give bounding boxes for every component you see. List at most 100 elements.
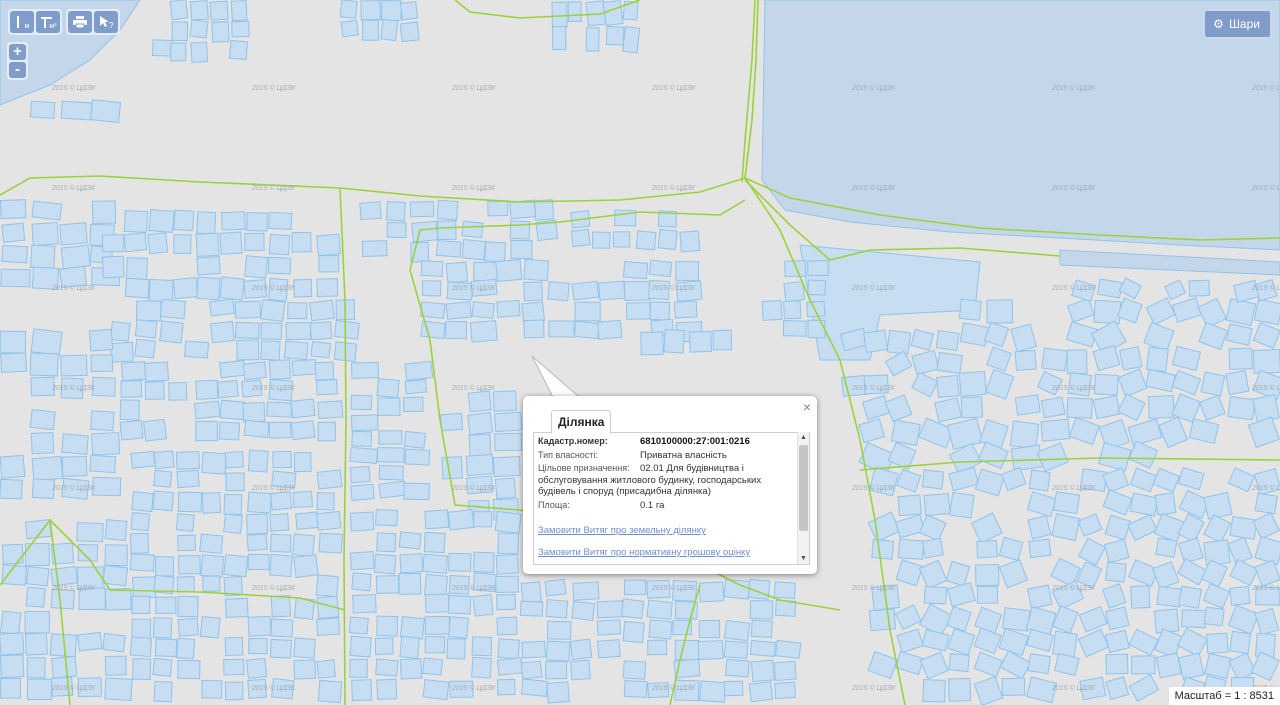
parcel xyxy=(1129,492,1159,517)
parcel xyxy=(172,276,199,300)
parcel xyxy=(375,509,398,527)
parcel xyxy=(216,379,239,399)
parcel xyxy=(1253,298,1280,326)
map-layer[interactable]: 2015 © ЦДЗК 2015 © ЦДЗК 2015 © ЦДЗК 2015 © … xyxy=(0,0,1280,705)
watermark-text: 2015 © ЦДЗК xyxy=(51,484,96,492)
parcel xyxy=(1143,321,1175,352)
parcel xyxy=(29,100,56,120)
parcel xyxy=(349,446,379,464)
parcel xyxy=(919,651,949,680)
parcel xyxy=(979,418,1009,450)
parcel xyxy=(351,572,372,592)
parcel xyxy=(131,491,154,513)
parcel xyxy=(231,20,250,38)
parcel xyxy=(398,531,422,550)
tab-parcel[interactable]: Ділянка xyxy=(551,410,612,434)
parcel xyxy=(399,553,424,574)
parcel xyxy=(1077,628,1110,658)
parcel xyxy=(774,639,802,659)
popup-scrollbar[interactable]: ▲ ▼ xyxy=(797,432,809,564)
measure-area-button[interactable]: м² xyxy=(36,11,60,33)
parcel xyxy=(178,555,201,575)
parcel xyxy=(290,398,316,419)
parcel xyxy=(1,222,26,243)
parcel xyxy=(625,302,651,320)
parcel xyxy=(547,281,570,302)
parcel xyxy=(201,491,222,514)
parcel xyxy=(911,349,940,376)
scroll-up-icon[interactable]: ▲ xyxy=(798,432,809,443)
parcel xyxy=(349,465,371,484)
parcel xyxy=(675,260,700,282)
parcel xyxy=(360,0,381,21)
parcel xyxy=(496,657,524,676)
parcel xyxy=(806,300,826,318)
order-land-extract-link[interactable]: Замовити Витяг про земельну ділянку xyxy=(538,525,793,536)
parcel xyxy=(260,299,286,322)
svg-text:?: ? xyxy=(109,21,114,29)
parcel xyxy=(31,200,63,221)
zoom-out-button[interactable]: - xyxy=(9,62,26,78)
parcel xyxy=(219,231,243,255)
parcel xyxy=(199,533,224,554)
parcel xyxy=(109,320,131,342)
parcel xyxy=(871,538,895,560)
parcel xyxy=(436,199,459,221)
parcel xyxy=(1129,467,1158,493)
order-valuation-extract-link[interactable]: Замовити Витяг про нормативну грошову оц… xyxy=(538,547,793,558)
scroll-down-icon[interactable]: ▼ xyxy=(798,553,809,564)
parcel xyxy=(1228,347,1253,370)
parcel xyxy=(985,368,1015,400)
parcel xyxy=(688,330,713,353)
parcel xyxy=(959,322,990,347)
parcel xyxy=(1154,492,1177,516)
scroll-thumb[interactable] xyxy=(799,445,808,531)
parcel xyxy=(647,639,668,656)
parcel xyxy=(1128,628,1159,656)
cadastral-map[interactable]: 2015 © ЦДЗК 2015 © ЦДЗК 2015 © ЦДЗК 2015 © … xyxy=(0,0,1280,705)
parcel xyxy=(293,452,312,473)
parcel xyxy=(267,256,292,275)
parcel xyxy=(246,533,268,552)
parcel xyxy=(339,0,358,19)
parcel xyxy=(246,513,269,535)
parcel xyxy=(1103,538,1130,564)
zoom-in-button[interactable]: + xyxy=(9,44,26,60)
parcel xyxy=(0,478,23,500)
parcel xyxy=(131,618,152,640)
identify-button[interactable]: ? xyxy=(94,11,118,33)
parcel xyxy=(246,212,268,232)
parcel xyxy=(1201,559,1229,588)
parcel xyxy=(170,42,187,62)
parcel xyxy=(104,544,128,567)
parcel xyxy=(134,338,156,359)
print-button[interactable] xyxy=(68,11,92,33)
parcel xyxy=(784,260,806,278)
parcel xyxy=(1117,393,1146,422)
boundary-line xyxy=(339,187,347,705)
parcel xyxy=(509,199,537,220)
parcel xyxy=(125,257,149,282)
parcel xyxy=(420,320,446,340)
parcel xyxy=(918,417,955,449)
parcel xyxy=(316,510,342,531)
parcel xyxy=(104,587,132,611)
parcel xyxy=(571,600,596,622)
area-value: 0.1 га xyxy=(640,499,665,511)
parcel xyxy=(712,329,733,351)
parcel xyxy=(446,638,466,660)
layers-button[interactable]: ⚙ Шари xyxy=(1203,9,1272,39)
ownership-row: Тип власності: Приватна власність xyxy=(538,450,793,462)
measure-length-button[interactable]: м xyxy=(10,11,34,33)
parcel xyxy=(234,321,260,340)
parcel xyxy=(472,594,494,617)
parcel xyxy=(148,208,175,233)
parcel xyxy=(649,301,671,321)
parcel xyxy=(175,513,195,532)
parcel xyxy=(285,322,312,340)
parcel xyxy=(970,512,1003,544)
parcel xyxy=(1102,583,1127,609)
parcel xyxy=(218,421,241,441)
parcel xyxy=(1117,368,1148,398)
parcel xyxy=(773,660,797,682)
